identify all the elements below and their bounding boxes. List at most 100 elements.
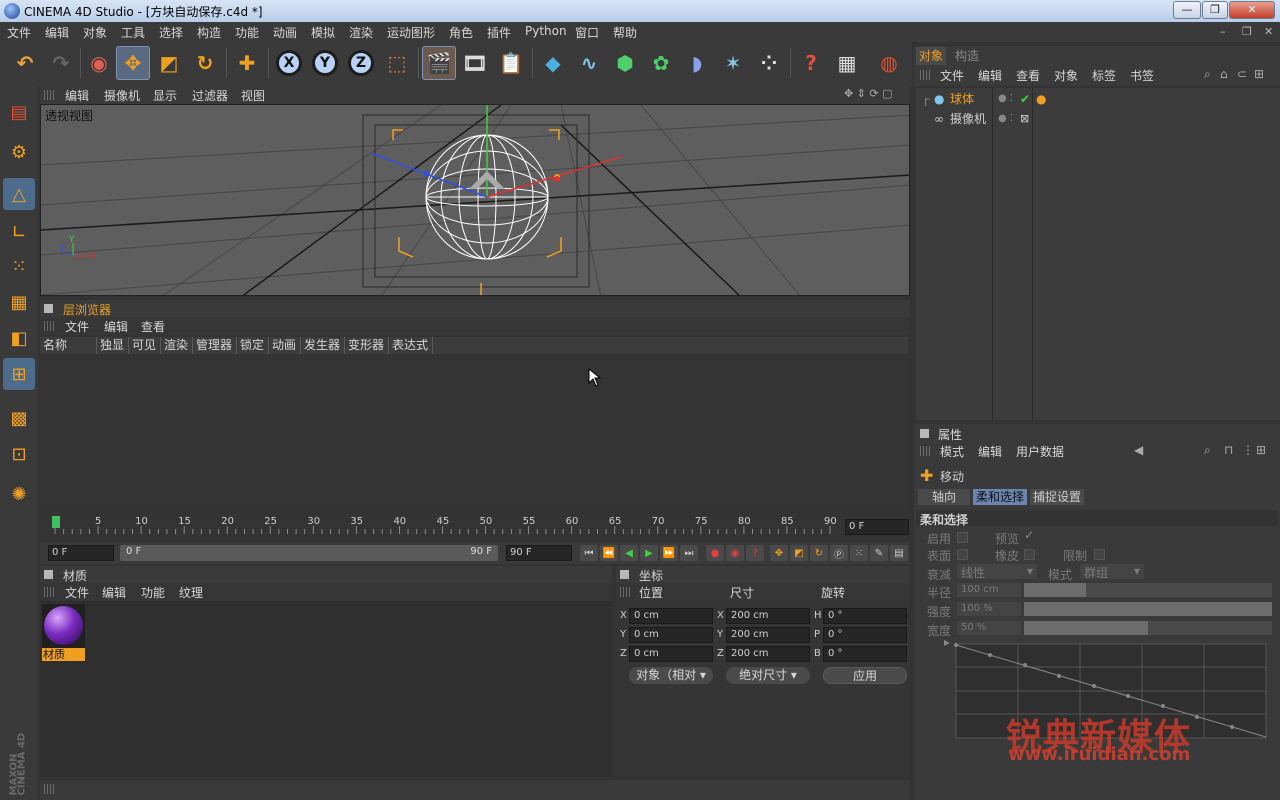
- menu-function[interactable]: 功能: [235, 24, 259, 41]
- col-manager[interactable]: 管理器: [193, 337, 237, 354]
- deformer-icon[interactable]: ◗: [680, 46, 714, 80]
- pos-y-field[interactable]: 0 cm: [629, 627, 713, 643]
- z-axis-lock-icon[interactable]: Z: [344, 46, 378, 80]
- obj-menu-bookmarks[interactable]: 书签: [1130, 67, 1154, 84]
- interpolation-icon[interactable]: ✎: [870, 545, 888, 561]
- attr-menu-edit[interactable]: 编辑: [978, 443, 1002, 460]
- scene-environment-icon[interactable]: ✶: [716, 46, 750, 80]
- coordinate-system-icon[interactable]: ⬚: [380, 46, 414, 80]
- menu-file[interactable]: 文件: [7, 24, 31, 41]
- falloff-dropdown[interactable]: 线性 ▾: [957, 564, 1037, 580]
- panel-square-icon[interactable]: [920, 429, 929, 438]
- tab-objects[interactable]: 对象: [916, 47, 947, 65]
- menu-help[interactable]: 帮助: [613, 24, 637, 41]
- col-visible[interactable]: 可见: [129, 337, 161, 354]
- render-picture-viewer-icon[interactable]: 🎞: [458, 46, 492, 80]
- attr-menu-userdata[interactable]: 用户数据: [1016, 443, 1064, 460]
- key-position-icon[interactable]: ✥: [770, 545, 788, 561]
- rot-p-field[interactable]: 0 °: [823, 627, 907, 643]
- tab-snap-settings[interactable]: 捕捉设置: [1030, 489, 1084, 505]
- object-name-sphere[interactable]: 球体: [950, 90, 974, 108]
- recent-tool-icon[interactable]: ✚: [230, 46, 264, 80]
- col-render[interactable]: 渲染: [161, 337, 193, 354]
- texture-mode-icon[interactable]: ⊞: [3, 358, 35, 390]
- enabled-check-icon[interactable]: ✔: [1020, 90, 1030, 108]
- render-view-icon[interactable]: 🎬: [422, 46, 456, 80]
- col-lock[interactable]: 锁定: [237, 337, 269, 354]
- object-row-camera[interactable]: ∞ 摄像机 ● ⁚ ⊠: [916, 110, 1280, 128]
- edges-mode-icon[interactable]: ▦: [3, 286, 35, 318]
- material-name-label[interactable]: 材质: [42, 648, 85, 661]
- rubber-checkbox[interactable]: [1024, 549, 1035, 560]
- move-tool-icon[interactable]: ✥: [116, 46, 150, 80]
- menu-tools[interactable]: 工具: [121, 24, 145, 41]
- panel-square-icon[interactable]: [620, 570, 629, 579]
- enable-checkbox[interactable]: [957, 532, 968, 543]
- go-to-end-icon[interactable]: ⏭: [680, 545, 698, 561]
- panel-square-icon[interactable]: [44, 570, 53, 579]
- coordinate-mode-dropdown[interactable]: 对象（相对 ▾: [629, 667, 713, 684]
- previous-key-icon[interactable]: ⏪: [600, 545, 618, 561]
- menu-simulate[interactable]: 模拟: [311, 24, 335, 41]
- array-generator-icon[interactable]: ✿: [644, 46, 678, 80]
- preview-check-icon[interactable]: ✓: [1024, 528, 1034, 542]
- model-mode-icon[interactable]: ⚙: [3, 136, 35, 168]
- record-icon[interactable]: ●: [706, 545, 724, 561]
- doc-close-icon[interactable]: ✕: [1264, 25, 1273, 38]
- rot-h-field[interactable]: 0 °: [823, 608, 907, 624]
- pos-x-field[interactable]: 0 cm: [629, 608, 713, 624]
- rot-b-field[interactable]: 0 °: [823, 646, 907, 662]
- size-x-field[interactable]: 200 cm: [726, 608, 810, 624]
- material-menu-texture[interactable]: 纹理: [179, 584, 203, 601]
- layout-icon[interactable]: ▤: [3, 96, 35, 128]
- visibility-dots-icon[interactable]: ● ⁚: [998, 110, 1013, 128]
- search-icon[interactable]: ⌕: [1204, 67, 1211, 82]
- scale-tool-icon[interactable]: ◩: [152, 46, 186, 80]
- visibility-dots-icon[interactable]: ● ⁚: [998, 90, 1013, 108]
- pos-z-field[interactable]: 0 cm: [629, 646, 713, 662]
- attr-menu-mode[interactable]: 模式: [940, 443, 964, 460]
- limit-checkbox[interactable]: [1094, 549, 1105, 560]
- col-generator[interactable]: 发生器: [301, 337, 345, 354]
- new-panel-icon[interactable]: ⊞: [1256, 443, 1266, 457]
- minimize-button[interactable]: —: [1173, 1, 1201, 19]
- tab-axis[interactable]: 轴向: [918, 489, 970, 505]
- autokey-icon[interactable]: ◉: [726, 545, 744, 561]
- apply-button[interactable]: 应用: [823, 667, 907, 684]
- mode-dropdown[interactable]: 群组 ▾: [1080, 564, 1144, 580]
- menu-construct[interactable]: 构造: [197, 24, 221, 41]
- obj-menu-tags[interactable]: 标签: [1092, 67, 1116, 84]
- object-mode-icon[interactable]: △: [3, 178, 35, 210]
- key-pla-icon[interactable]: ⁙: [850, 545, 868, 561]
- col-expression[interactable]: 表达式: [389, 337, 433, 354]
- particle-icon[interactable]: ⁘: [752, 46, 786, 80]
- menu-object[interactable]: 对象: [83, 24, 107, 41]
- cube-primitive-icon[interactable]: ◆: [536, 46, 570, 80]
- close-button[interactable]: ✕: [1229, 1, 1275, 19]
- maximize-button[interactable]: ❐: [1202, 1, 1228, 19]
- help-pointer-icon[interactable]: ?: [794, 46, 828, 80]
- obj-menu-edit[interactable]: 编辑: [978, 67, 1002, 84]
- layer-menu-view[interactable]: 查看: [141, 318, 165, 335]
- spline-pen-icon[interactable]: ∿: [572, 46, 606, 80]
- undo-icon[interactable]: ↶: [8, 46, 42, 80]
- viewport-menu-display[interactable]: 显示: [153, 87, 177, 104]
- live-selection-icon[interactable]: ◉: [82, 46, 116, 80]
- play-backward-icon[interactable]: ◀: [620, 545, 638, 561]
- points-mode-icon[interactable]: ⁙: [3, 250, 35, 282]
- search-icon[interactable]: ⌕: [1204, 443, 1211, 458]
- menu-python[interactable]: Python: [525, 24, 567, 38]
- col-deformer[interactable]: 变形器: [345, 337, 389, 354]
- material-thumbnail[interactable]: [42, 604, 85, 648]
- web-browser-icon[interactable]: ◍: [872, 46, 906, 80]
- width-field[interactable]: 50 %: [957, 621, 1021, 635]
- tab-structure[interactable]: 构造: [952, 47, 982, 65]
- col-solo[interactable]: 独显: [97, 337, 129, 354]
- col-animation[interactable]: 动画: [269, 337, 301, 354]
- strength-field[interactable]: 100 %: [957, 602, 1021, 616]
- back-arrow-icon[interactable]: ◀: [1134, 443, 1143, 457]
- doc-minimize-icon[interactable]: –: [1220, 25, 1226, 38]
- obj-menu-view[interactable]: 查看: [1016, 67, 1040, 84]
- material-tag-icon[interactable]: ●: [1036, 90, 1046, 108]
- size-z-field[interactable]: 200 cm: [726, 646, 810, 662]
